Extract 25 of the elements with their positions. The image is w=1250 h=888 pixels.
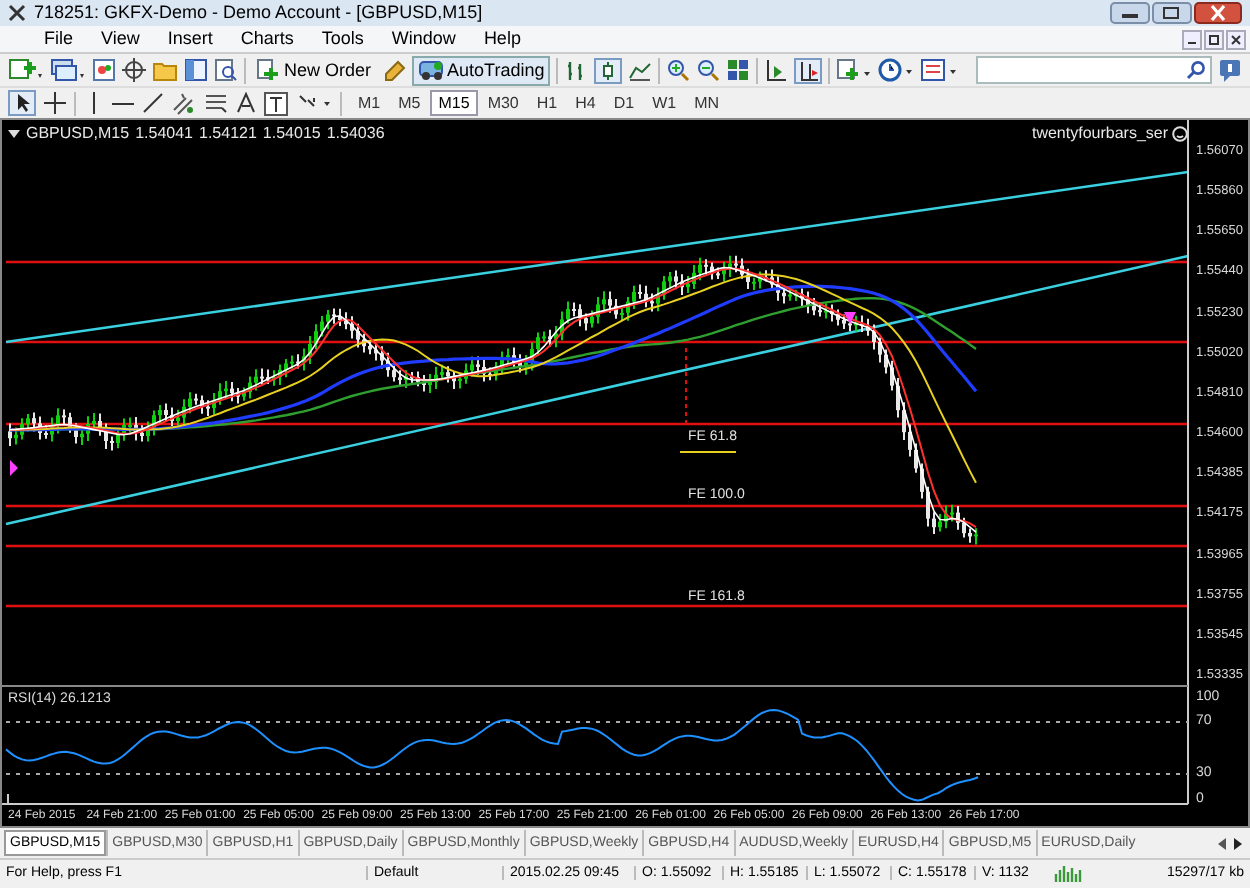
menu-item[interactable]: Insert <box>155 30 225 48</box>
menu-item[interactable]: File <box>32 30 86 48</box>
timeframe-button[interactable]: MN <box>686 90 728 116</box>
menu-item[interactable]: Window <box>379 30 468 48</box>
menu-item[interactable]: Charts <box>228 30 306 48</box>
window-title: 718251: GKFX-Demo - Demo Account - [GBPUSD,M15] <box>34 4 483 22</box>
ohlc-value: 1.54036 <box>326 126 385 142</box>
menu-item[interactable]: Tools <box>309 30 376 48</box>
expert-name: twentyfourbars_ser <box>1031 126 1168 142</box>
timeframe-button[interactable]: M30 <box>479 90 527 116</box>
autotrading-button[interactable]: AutoTrading <box>411 55 551 85</box>
timeframe-button[interactable]: W1 <box>644 90 685 116</box>
ohlc-value: 1.54041 <box>135 126 193 142</box>
timeframe-button[interactable]: H1 <box>528 90 566 116</box>
ohlc-value: 1.54015 <box>262 126 321 142</box>
timeframe-button[interactable]: H4 <box>567 90 604 116</box>
timeframe-button[interactable]: M1 <box>350 90 389 116</box>
menu-item[interactable]: View <box>89 30 152 48</box>
timeframe-button[interactable]: D1 <box>605 90 643 116</box>
timeframe-button[interactable]: M15 <box>430 90 478 116</box>
chart-symbol: GBPUSD,M15 <box>26 126 130 142</box>
ohlc-value: 1.54121 <box>199 126 257 142</box>
timeframe-button[interactable]: M5 <box>390 90 429 116</box>
new-order-button[interactable]: New Order <box>252 58 376 82</box>
menu-item[interactable]: Help <box>471 30 533 48</box>
